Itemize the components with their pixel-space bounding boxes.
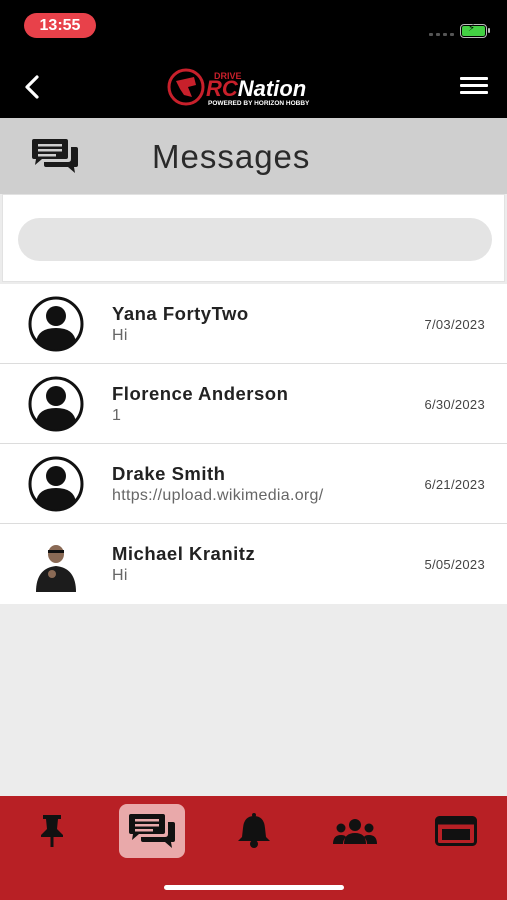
menu-line	[460, 84, 488, 87]
search-container	[2, 194, 505, 282]
conversation-preview: 1	[112, 407, 122, 424]
conversation-name: Drake Smith	[112, 463, 226, 484]
conversation-preview: https://upload.wikimedia.org/	[112, 487, 324, 504]
status-time: 13:55	[24, 13, 96, 38]
tab-pinned[interactable]	[19, 804, 85, 858]
conversation-list: Yana FortyTwo Hi 7/03/2023 Florence Ande…	[0, 284, 507, 604]
conversation-name: Yana FortyTwo	[112, 303, 249, 324]
conversation-date: 7/03/2023	[424, 317, 485, 332]
rcnation-logo: DRIVE RCNation POWERED BY HORIZON HOBBY	[167, 68, 310, 107]
conversation-date: 6/21/2023	[424, 477, 485, 492]
messages-icon	[32, 139, 78, 173]
conversation-row[interactable]: Michael Kranitz Hi 5/05/2023	[0, 524, 507, 604]
search-input[interactable]	[18, 218, 492, 261]
conversation-row[interactable]: Yana FortyTwo Hi 7/03/2023	[0, 284, 507, 364]
bell-icon	[238, 813, 270, 848]
conversation-row[interactable]: Drake Smith https://upload.wikimedia.org…	[0, 444, 507, 524]
top-bar: 13:55 DRIVE RCNation POWERED BY HORIZON …	[0, 0, 507, 118]
logo-sub-text: POWERED BY HORIZON HOBBY	[208, 100, 310, 107]
default-avatar-icon	[28, 376, 84, 432]
tab-groups[interactable]	[322, 804, 388, 858]
page-header: Messages	[0, 118, 507, 194]
home-indicator	[164, 885, 344, 890]
tab-notifications[interactable]	[221, 804, 287, 858]
conversation-name: Michael Kranitz	[112, 543, 256, 564]
group-icon	[333, 819, 377, 844]
tab-messages[interactable]	[119, 804, 185, 858]
pin-icon	[41, 815, 63, 847]
hamburger-menu-button[interactable]	[460, 77, 488, 99]
signal-icon	[429, 33, 454, 36]
browser-icon	[435, 816, 477, 846]
page-title: Messages	[152, 138, 311, 175]
conversation-preview: Hi	[112, 567, 128, 584]
messages-icon	[129, 814, 175, 848]
tab-browser[interactable]	[423, 804, 489, 858]
conversation-row[interactable]: Florence Anderson 1 6/30/2023	[0, 364, 507, 444]
default-avatar-icon	[28, 296, 84, 352]
chevron-left-icon	[25, 75, 39, 99]
default-avatar-icon	[28, 456, 84, 512]
battery-icon	[460, 23, 490, 38]
photo-avatar	[30, 536, 86, 592]
menu-line	[460, 91, 488, 94]
menu-line	[460, 77, 488, 80]
back-button[interactable]	[18, 70, 46, 104]
conversation-date: 5/05/2023	[424, 557, 485, 572]
conversation-date: 6/30/2023	[424, 397, 485, 412]
conversation-name: Florence Anderson	[112, 383, 289, 404]
conversation-preview: Hi	[112, 327, 128, 344]
svg-text:RCNation: RCNation	[206, 76, 306, 101]
